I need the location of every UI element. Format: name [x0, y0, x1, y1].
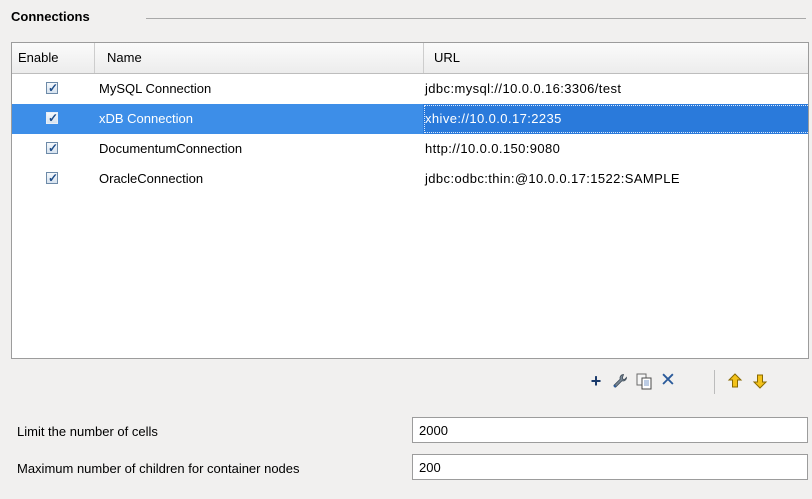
connection-name: xDB Connection: [99, 111, 193, 126]
table-toolbar: + ✕: [0, 370, 812, 394]
connection-url: http://10.0.0.150:9080: [425, 141, 561, 156]
column-header-name[interactable]: Name: [95, 43, 424, 73]
toolbar-separator: [714, 370, 715, 394]
enable-checkbox[interactable]: ✓: [46, 171, 59, 185]
enable-checkbox[interactable]: ✓: [46, 141, 59, 155]
connection-name: MySQL Connection: [99, 81, 212, 96]
column-header-enable[interactable]: Enable: [12, 43, 95, 73]
connection-name: OracleConnection: [99, 171, 204, 186]
table-header: Enable Name URL: [12, 43, 808, 74]
max-children-label: Maximum number of children for container…: [17, 461, 300, 476]
table-row[interactable]: ✓ DocumentumConnection http://10.0.0.150…: [12, 134, 808, 164]
enable-checkbox[interactable]: ✓: [46, 81, 59, 95]
table-row[interactable]: ✓ xDB Connection xhive://10.0.0.17:2235: [12, 104, 808, 134]
connection-name: DocumentumConnection: [99, 141, 243, 156]
connection-url: jdbc:mysql://10.0.0.16:3306/test: [425, 81, 622, 96]
limit-cells-input[interactable]: [412, 417, 808, 443]
duplicate-icon[interactable]: [633, 370, 655, 392]
connection-url[interactable]: xhive://10.0.0.17:2235: [423, 104, 808, 134]
connections-table: Enable Name URL ✓ MySQL Connection jdbc:…: [11, 42, 809, 359]
table-row[interactable]: ✓ OracleConnection jdbc:odbc:thin:@10.0.…: [12, 164, 808, 194]
connection-url: jdbc:odbc:thin:@10.0.0.17:1522:SAMPLE: [425, 171, 680, 186]
enable-checkbox[interactable]: ✓: [46, 111, 59, 125]
max-children-input[interactable]: [412, 454, 808, 480]
section-divider: [146, 18, 806, 19]
checkmark-icon: ✓: [47, 141, 59, 155]
move-down-icon[interactable]: [749, 370, 771, 392]
checkmark-icon: ✓: [47, 81, 59, 95]
checkmark-icon: ✓: [47, 171, 59, 185]
connections-section-title: Connections: [11, 9, 90, 24]
checkmark-icon: ✓: [47, 111, 59, 125]
limit-cells-label: Limit the number of cells: [17, 424, 158, 439]
add-icon[interactable]: +: [585, 370, 607, 392]
move-up-icon[interactable]: [724, 370, 746, 392]
column-header-url[interactable]: URL: [424, 43, 808, 73]
wrench-icon[interactable]: [609, 370, 631, 392]
delete-icon[interactable]: ✕: [657, 370, 679, 392]
table-row[interactable]: ✓ MySQL Connection jdbc:mysql://10.0.0.1…: [12, 74, 808, 104]
